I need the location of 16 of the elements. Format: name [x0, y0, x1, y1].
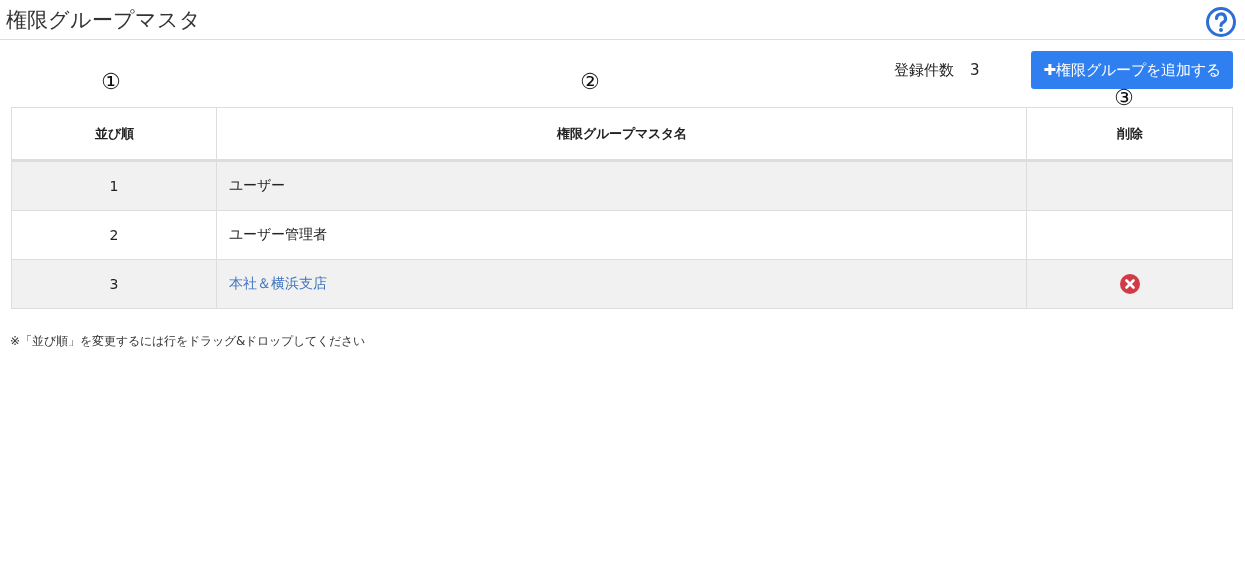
table-cell: 3	[11, 259, 217, 309]
table-cell: 2	[11, 210, 217, 260]
delete-icon[interactable]	[1119, 274, 1140, 294]
record-count: 3	[969, 61, 980, 79]
add-group-button[interactable]: ✚権限グループを追加する	[1031, 51, 1233, 89]
group-name-link[interactable]: 本社＆横浜支店	[229, 275, 327, 291]
annotation-marker: ②	[580, 71, 600, 93]
help-icon[interactable]	[1205, 5, 1237, 38]
instruction-note: ※「並び順」を変更するには行をドラッグ&ドロップしてください	[10, 333, 367, 350]
table-cell: ユーザー	[216, 160, 1027, 211]
table-cell: ユーザー管理者	[216, 210, 1027, 260]
table-cell: 1	[11, 160, 217, 211]
annotation-marker: ③	[1114, 87, 1134, 109]
record-count-label: 登録件数	[893, 60, 954, 80]
page-title: 権限グループマスタ	[6, 6, 201, 34]
annotation-marker: ①	[101, 71, 121, 93]
